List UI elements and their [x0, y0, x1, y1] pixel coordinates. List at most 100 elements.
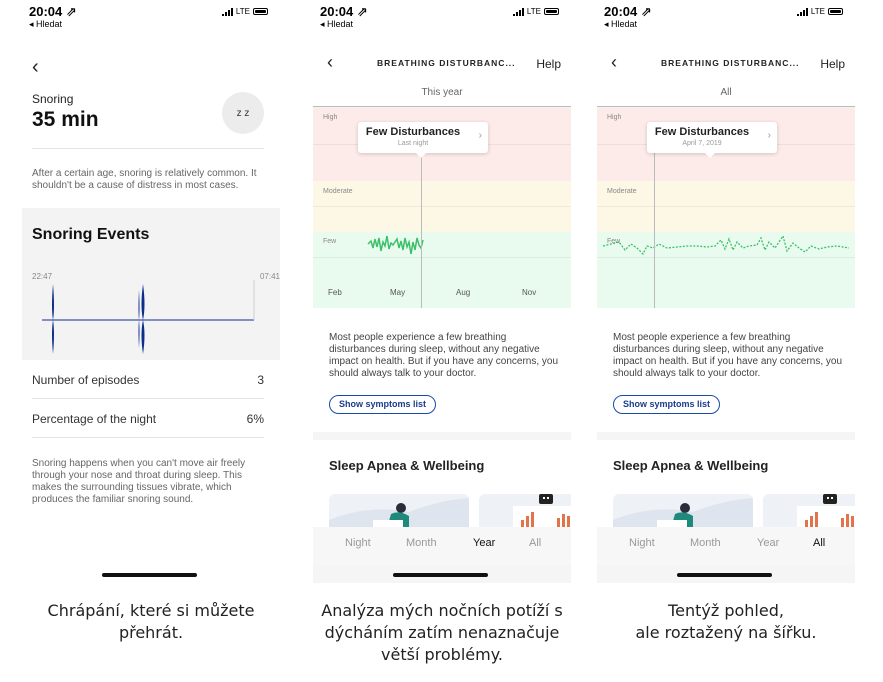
back-chevron-icon[interactable]: ‹: [611, 52, 617, 73]
chart-tooltip[interactable]: Few Disturbances Last night ›: [358, 122, 488, 158]
metric-value: 35 min: [32, 108, 99, 131]
stat-label: Percentage of the night: [32, 411, 157, 426]
back-chevron-icon[interactable]: ‹: [32, 56, 39, 79]
stat-value: 3: [257, 372, 264, 387]
status-bar: 20:04 ⇗ ◂ Hledat LTE: [313, 0, 571, 48]
status-time: 20:04 ⇗: [320, 4, 368, 19]
zzz-glyph: z z: [236, 107, 250, 119]
help-button[interactable]: Help: [536, 57, 561, 71]
wellbeing-section: Sleep Apnea & Wellbeing: [597, 440, 855, 528]
article-card[interactable]: [329, 494, 469, 528]
wellbeing-section: Sleep Apnea & Wellbeing: [313, 440, 571, 528]
page-title: BREATHING DISTURBANC...: [661, 58, 800, 68]
help-button[interactable]: Help: [820, 57, 845, 71]
snoring-explanation: Snoring happens when you can't move air …: [32, 458, 246, 505]
stat-value: 6%: [246, 411, 264, 426]
home-indicator[interactable]: [677, 573, 772, 577]
caption-breathing-all: Tentýž pohled, ale roztažený na šířku.: [635, 601, 817, 642]
back-to-search-link[interactable]: ◂ Hledat: [604, 19, 637, 30]
snoring-note: After a certain age, snoring is relative…: [32, 168, 257, 191]
period-label: This year: [313, 78, 571, 107]
tab-month[interactable]: Month: [690, 537, 721, 549]
snore-event-2[interactable]: [138, 290, 140, 348]
nav-bar: ‹ BREATHING DISTURBANC... Help: [313, 48, 571, 78]
signal-icon: [796, 7, 808, 16]
tooltip-title: Few Disturbances: [365, 126, 461, 138]
home-indicator[interactable]: [393, 573, 488, 577]
battery-icon: [828, 8, 843, 15]
status-bar: 20:04 ⇗ ◂ Hledat LTE: [597, 0, 855, 48]
screen-breathing-year: 20:04 ⇗ ◂ Hledat LTE ‹ BREATHING DISTURB…: [313, 0, 571, 583]
nav-bar: ‹ BREATHING DISTURBANC... Help: [597, 48, 855, 78]
tab-night[interactable]: Night: [629, 537, 655, 549]
zzz-icon: z z: [222, 92, 264, 134]
person-sleeping-illustration: [329, 498, 469, 528]
info-text: Most people experience a few breathing d…: [329, 332, 559, 379]
signal-indicator: LTE: [221, 7, 268, 16]
caption-snoring: Chrápání, které si můžete přehrát.: [47, 601, 255, 642]
tab-year[interactable]: Year: [473, 537, 495, 549]
show-symptoms-button[interactable]: Show symptoms list: [329, 395, 436, 414]
back-to-search-link[interactable]: ◂ Hledat: [29, 19, 62, 30]
battery-icon: [253, 8, 268, 15]
network-label: LTE: [235, 7, 250, 16]
info-card: Most people experience a few breathing d…: [597, 308, 855, 432]
month-label: May: [390, 288, 406, 297]
tab-month[interactable]: Month: [406, 537, 437, 549]
chevron-right-icon: ›: [767, 130, 771, 141]
section-title: Sleep Apnea & Wellbeing: [613, 458, 769, 473]
snoring-timeline[interactable]: [22, 208, 280, 360]
metric-label: Snoring: [32, 92, 74, 106]
stat-row-episodes: Number of episodes 3: [32, 361, 264, 399]
period-label: All: [597, 78, 855, 107]
show-symptoms-button[interactable]: Show symptoms list: [613, 395, 720, 414]
network-label: LTE: [810, 7, 825, 16]
period-tabs: Night Month Year All: [597, 527, 855, 565]
selection-line: [654, 153, 655, 308]
heart-rate-chart-illustration: [797, 494, 855, 528]
info-card: Most people experience a few breathing d…: [313, 308, 571, 432]
battery-icon: [544, 8, 559, 15]
selection-line: [421, 153, 422, 308]
status-time: 20:04 ⇗: [604, 4, 652, 19]
month-label: Nov: [522, 288, 537, 297]
snore-event-3[interactable]: [141, 284, 145, 354]
stat-row-percentage: Percentage of the night 6%: [32, 400, 264, 438]
month-label: Aug: [456, 288, 471, 297]
tooltip-title: Few Disturbances: [654, 126, 750, 138]
article-card[interactable]: [613, 494, 753, 528]
tab-all[interactable]: All: [529, 537, 541, 549]
back-to-search-link[interactable]: ◂ Hledat: [320, 19, 353, 30]
page-title: BREATHING DISTURBANC...: [377, 58, 516, 68]
home-indicator[interactable]: [102, 573, 197, 577]
section-title: Sleep Apnea & Wellbeing: [329, 458, 485, 473]
screen-snoring: 20:04 ⇗ ◂ Hledat LTE ‹ Snoring 35 min z …: [22, 0, 280, 583]
month-label: Feb: [328, 288, 342, 297]
stat-label: Number of episodes: [32, 372, 140, 387]
tooltip-subtitle: Last night: [397, 140, 429, 147]
snoring-events-panel: Snoring Events 22:47 07:41: [22, 208, 280, 360]
article-card[interactable]: [479, 494, 571, 528]
breathing-chart[interactable]: High Moderate Few Feb May Aug Nov Few Di…: [313, 108, 571, 308]
breathing-chart[interactable]: High Moderate Few Few Disturbances April…: [597, 108, 855, 308]
tab-year[interactable]: Year: [757, 537, 779, 549]
back-chevron-icon[interactable]: ‹: [327, 52, 333, 73]
divider: [32, 148, 264, 149]
network-label: LTE: [526, 7, 541, 16]
tab-night[interactable]: Night: [345, 537, 371, 549]
signal-icon: [512, 7, 524, 16]
signal-icon: [221, 7, 233, 16]
person-sleeping-illustration: [613, 498, 753, 528]
status-time: 20:04 ⇗: [29, 4, 77, 19]
snore-event-1[interactable]: [52, 284, 54, 354]
period-tabs: Night Month Year All: [313, 527, 571, 565]
signal-indicator: LTE: [512, 7, 559, 16]
heart-rate-chart-illustration: [513, 494, 571, 528]
article-card[interactable]: [763, 494, 855, 528]
status-bar: 20:04 ⇗ ◂ Hledat LTE: [22, 0, 280, 48]
tab-all[interactable]: All: [813, 537, 825, 549]
chart-tooltip[interactable]: Few Disturbances April 7, 2019 ›: [647, 122, 777, 158]
chevron-right-icon: ›: [478, 130, 482, 141]
tooltip-subtitle: April 7, 2019: [682, 140, 722, 147]
screen-breathing-all: 20:04 ⇗ ◂ Hledat LTE ‹ BREATHING DISTURB…: [597, 0, 855, 583]
